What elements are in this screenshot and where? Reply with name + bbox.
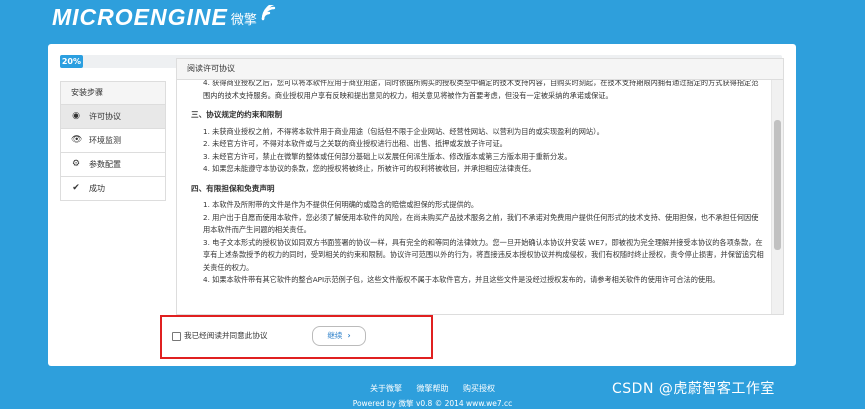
step-label: 环境监测 bbox=[89, 136, 121, 145]
license-paragraph: 4. 获得商业授权之后，您可以将本软件应用于商业用途，同时依据所购买的授权类型中… bbox=[203, 80, 759, 100]
step-success[interactable]: ✔ 成功 bbox=[61, 177, 165, 200]
logo-text: MICROENGINE bbox=[52, 4, 228, 30]
watermark: CSDN @虎蔚智客工作室 bbox=[612, 381, 775, 397]
step-label: 许可协议 bbox=[89, 112, 121, 121]
progress-label: 20% bbox=[61, 57, 81, 66]
step-environment[interactable]: 👁 环境监测 bbox=[61, 129, 165, 153]
eye-circle-icon: ◉ bbox=[72, 111, 80, 121]
logo-cn-text: 微擎 bbox=[230, 13, 257, 28]
section-title: 三、协议规定的约束和限制 bbox=[191, 110, 283, 119]
step-license[interactable]: ◉ 许可协议 bbox=[61, 105, 165, 129]
license-box: 阅读许可协议 4. 获得商业授权之后，您可以将本软件应用于商业用途，同时依据所购… bbox=[176, 58, 784, 315]
license-paragraph: 3. 电子文本形式的授权协议如同双方书面签署的协议一样，具有完全的和等同的法律效… bbox=[203, 237, 764, 272]
gear-icon: ⚙ bbox=[71, 159, 81, 169]
license-paragraph: 1. 本软件及所附带的文件是作为不提供任何明确的或隐含的赔偿或担保的形式提供的。 bbox=[203, 200, 479, 209]
license-paragraph: 2. 用户出于自愿而使用本软件，您必须了解使用本软件的风险，在尚未购买产品技术服… bbox=[203, 212, 759, 235]
footer-link-buy[interactable]: 购买授权 bbox=[463, 384, 495, 393]
logo: MICROENGINE 微擎 bbox=[52, 4, 285, 31]
footer-link-about[interactable]: 关于微擎 bbox=[370, 384, 402, 393]
license-paragraph: 4. 如果本软件带有其它软件的整合API示范例子包，这些文件版权不属于本软件官方… bbox=[203, 275, 720, 284]
agree-checkbox[interactable] bbox=[172, 332, 181, 341]
install-panel: 20% 安装步骤 ◉ 许可协议 👁 环境监测 ⚙ 参数配置 ✔ 成功 阅读许可协… bbox=[48, 44, 796, 366]
top-header: MICROENGINE 微擎 bbox=[0, 0, 865, 40]
step-config[interactable]: ⚙ 参数配置 bbox=[61, 153, 165, 177]
license-text: 4. 获得商业授权之后，您可以将本软件应用于商业用途，同时依据所购买的授权类型中… bbox=[191, 80, 765, 287]
chevron-right-icon: › bbox=[347, 331, 351, 340]
scrollbar-thumb[interactable] bbox=[774, 120, 781, 250]
steps-sidebar: 安装步骤 ◉ 许可协议 👁 环境监测 ⚙ 参数配置 ✔ 成功 bbox=[60, 81, 166, 201]
agree-label[interactable]: 我已经阅读并同意此协议 bbox=[184, 330, 268, 341]
progress-fill: 20% bbox=[60, 55, 83, 68]
license-paragraph: 2. 未经官方许可，不得对本软件或与之关联的商业授权进行出租、出售、抵押或发放子… bbox=[203, 139, 507, 148]
eye-icon: 👁 bbox=[71, 135, 83, 145]
agree-box: 我已经阅读并同意此协议 继续 › bbox=[160, 315, 433, 359]
wifi-icon bbox=[261, 4, 276, 20]
footer-link-help[interactable]: 微擎帮助 bbox=[417, 384, 449, 393]
continue-button[interactable]: 继续 › bbox=[312, 326, 366, 346]
section-title: 四、有限担保和免责声明 bbox=[191, 183, 275, 193]
license-header: 阅读许可协议 bbox=[177, 59, 783, 80]
step-label: 成功 bbox=[89, 184, 105, 193]
license-scrollbar[interactable] bbox=[771, 80, 783, 314]
license-paragraph: 3. 未经官方许可，禁止在微擎的整体或任何部分基础上以发展任何派生版本、修改版本… bbox=[203, 151, 572, 161]
license-paragraph: 4. 如果您未能遵守本协议的条款，您的授权将被终止，所被许可的权利将被收回，并承… bbox=[203, 164, 536, 173]
check-icon: ✔ bbox=[72, 183, 80, 193]
continue-label: 继续 bbox=[327, 331, 343, 340]
license-scroll-area[interactable]: 4. 获得商业授权之后，您可以将本软件应用于商业用途，同时依据所购买的授权类型中… bbox=[177, 80, 771, 314]
steps-title: 安装步骤 bbox=[61, 82, 165, 105]
step-label: 参数配置 bbox=[89, 160, 121, 169]
license-paragraph: 1. 未获商业授权之前，不得将本软件用于商业用途（包括但不限于企业网站、经营性网… bbox=[203, 126, 604, 136]
powered-by: Powered by 微擎 v0.8 © 2014 www.we7.cc bbox=[352, 399, 513, 408]
